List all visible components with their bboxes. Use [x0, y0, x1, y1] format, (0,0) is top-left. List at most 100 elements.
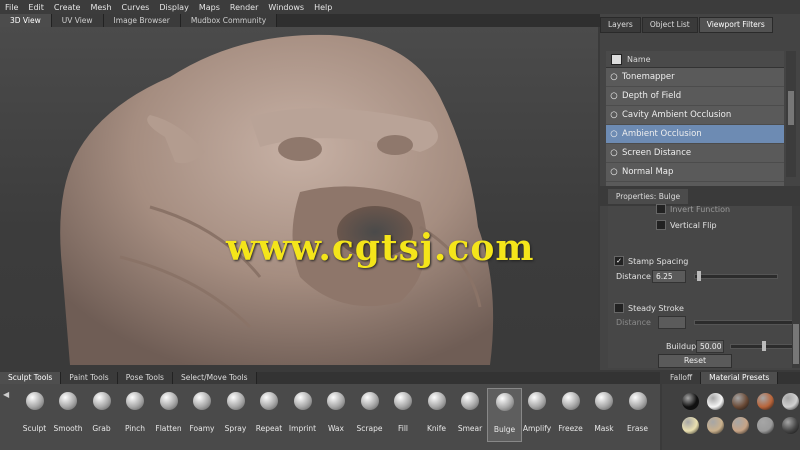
distance-field[interactable]: 6.25: [652, 270, 686, 283]
stamp-spacing-row[interactable]: ✓ Stamp Spacing: [614, 256, 688, 266]
filter-list-item[interactable]: ○ Tonemapper: [606, 68, 784, 87]
tool-knife[interactable]: Knife: [420, 388, 453, 440]
tool-bulge[interactable]: Bulge: [487, 388, 522, 442]
filter-enabled-dot-icon[interactable]: ○: [606, 91, 622, 101]
vertical-flip-row[interactable]: Vertical Flip: [656, 220, 717, 230]
reset-button[interactable]: Reset: [658, 354, 732, 368]
steady-distance-field[interactable]: [658, 316, 686, 329]
viewport-filters-list[interactable]: Name ○ Tonemapper ○ Depth of Field ○ Cavity A…: [606, 51, 784, 191]
tab-view-0[interactable]: 3D View: [0, 14, 52, 27]
filter-list-item[interactable]: ○ Ambient Occlusion: [606, 125, 784, 144]
tool-sculpt[interactable]: Sculpt: [18, 388, 51, 440]
buildup-field[interactable]: 50.00: [696, 340, 724, 353]
tab-right-1[interactable]: Object List: [641, 17, 698, 33]
tab-view-1[interactable]: UV View: [51, 14, 104, 27]
tab-view-2[interactable]: Image Browser: [103, 14, 181, 27]
fill-tool-icon: [394, 392, 412, 410]
material-swatch[interactable]: [682, 417, 699, 434]
material-swatch[interactable]: [757, 393, 774, 410]
tool-smooth[interactable]: Smooth: [52, 388, 85, 440]
steady-distance-slider[interactable]: [694, 320, 800, 325]
vertical-flip-checkbox[interactable]: [656, 220, 666, 230]
material-swatch[interactable]: [707, 393, 724, 410]
menu-render[interactable]: Render: [225, 3, 263, 12]
tool-label: Mask: [594, 424, 614, 433]
select-all-checkbox[interactable]: [611, 53, 622, 65]
tab-tools-3[interactable]: Select/Move Tools: [172, 372, 257, 384]
tool-imprint[interactable]: Imprint: [286, 388, 319, 440]
menu-edit[interactable]: Edit: [23, 3, 49, 12]
tool-pinch[interactable]: Pinch: [119, 388, 152, 440]
tab-material-1[interactable]: Material Presets: [701, 372, 779, 384]
menu-display[interactable]: Display: [154, 3, 194, 12]
list-header[interactable]: Name: [606, 51, 784, 68]
tab-properties[interactable]: Properties: Bulge: [608, 189, 688, 204]
tab-right-2[interactable]: Viewport Filters: [698, 17, 773, 33]
material-swatch[interactable]: [782, 393, 799, 410]
sculpt-model: [60, 34, 494, 365]
menu-file[interactable]: File: [0, 3, 23, 12]
tool-grab[interactable]: Grab: [85, 388, 118, 440]
vertical-flip-label: Vertical Flip: [670, 220, 717, 230]
material-swatch[interactable]: [707, 417, 724, 434]
tool-repeat[interactable]: Repeat: [253, 388, 286, 440]
tool-label: Freeze: [558, 424, 583, 433]
tab-right-0[interactable]: Layers: [600, 17, 641, 33]
filter-enabled-dot-icon[interactable]: ○: [606, 167, 622, 177]
filter-enabled-dot-icon[interactable]: ○: [606, 72, 622, 82]
filter-list-item[interactable]: ○ Depth of Field: [606, 87, 784, 106]
tool-freeze[interactable]: Freeze: [554, 388, 587, 440]
distance-slider[interactable]: [694, 271, 778, 281]
tab-tools-0[interactable]: Sculpt Tools: [0, 372, 62, 384]
bulge-tool-icon: [495, 393, 514, 411]
filter-enabled-dot-icon[interactable]: ○: [606, 110, 622, 120]
menu-help[interactable]: Help: [309, 3, 337, 12]
3d-viewport[interactable]: www.cgtsj.com: [0, 27, 598, 365]
tool-foamy[interactable]: Foamy: [186, 388, 219, 440]
tool-label: Bulge: [493, 425, 516, 434]
filters-scrollbar[interactable]: [786, 51, 796, 177]
view-tabs: 3D View UV View Image Browser Mudbox Commun…: [0, 14, 600, 27]
tab-tools-1[interactable]: Paint Tools: [61, 372, 118, 384]
wax-tool-icon: [327, 392, 345, 410]
filter-list-item[interactable]: ○ Normal Map: [606, 163, 784, 182]
menu-windows[interactable]: Windows: [263, 3, 309, 12]
stamp-spacing-checkbox[interactable]: ✓: [614, 256, 624, 266]
list-header-name: Name: [627, 54, 651, 64]
tool-scrape[interactable]: Scrape: [353, 388, 386, 440]
menu-maps[interactable]: Maps: [194, 3, 225, 12]
tab-view-3[interactable]: Mudbox Community: [180, 14, 278, 27]
invert-function-row[interactable]: Invert Function: [656, 204, 730, 214]
tool-flatten[interactable]: Flatten: [152, 388, 185, 440]
tool-smear[interactable]: Smear: [454, 388, 487, 440]
filter-enabled-dot-icon[interactable]: ○: [606, 129, 622, 139]
filter-list-item[interactable]: ○ Screen Distance: [606, 144, 784, 163]
tool-mask[interactable]: Mask: [588, 388, 621, 440]
scrape-tool-icon: [360, 392, 379, 410]
buildup-slider[interactable]: [730, 341, 794, 351]
material-swatch[interactable]: [782, 417, 799, 434]
material-swatch[interactable]: [757, 417, 774, 434]
material-swatch[interactable]: [732, 393, 749, 410]
invert-function-checkbox[interactable]: [656, 204, 666, 214]
filter-enabled-dot-icon[interactable]: ○: [606, 148, 622, 158]
tray-scroll-left-icon[interactable]: ◀: [3, 390, 9, 399]
tool-amplify[interactable]: Amplify: [521, 388, 554, 440]
tool-spray[interactable]: Spray: [219, 388, 252, 440]
filter-list-item[interactable]: ○ Cavity Ambient Occlusion: [606, 106, 784, 125]
menu-mesh[interactable]: Mesh: [85, 3, 116, 12]
properties-scrollbar[interactable]: [792, 206, 800, 368]
tool-fill[interactable]: Fill: [387, 388, 420, 440]
steady-stroke-checkbox[interactable]: [614, 303, 624, 313]
material-swatch[interactable]: [732, 417, 749, 434]
menu-create[interactable]: Create: [49, 3, 86, 12]
steady-stroke-row[interactable]: Steady Stroke: [614, 303, 684, 313]
tool-erase[interactable]: Erase: [621, 388, 654, 440]
tab-tools-2[interactable]: Pose Tools: [117, 372, 173, 384]
menu-curves[interactable]: Curves: [117, 3, 155, 12]
tool-label: Foamy: [189, 424, 215, 433]
tool-wax[interactable]: Wax: [320, 388, 353, 440]
material-swatch[interactable]: [682, 393, 699, 410]
imprint-tool-icon: [293, 392, 312, 410]
tab-material-0[interactable]: Falloff: [662, 372, 702, 384]
